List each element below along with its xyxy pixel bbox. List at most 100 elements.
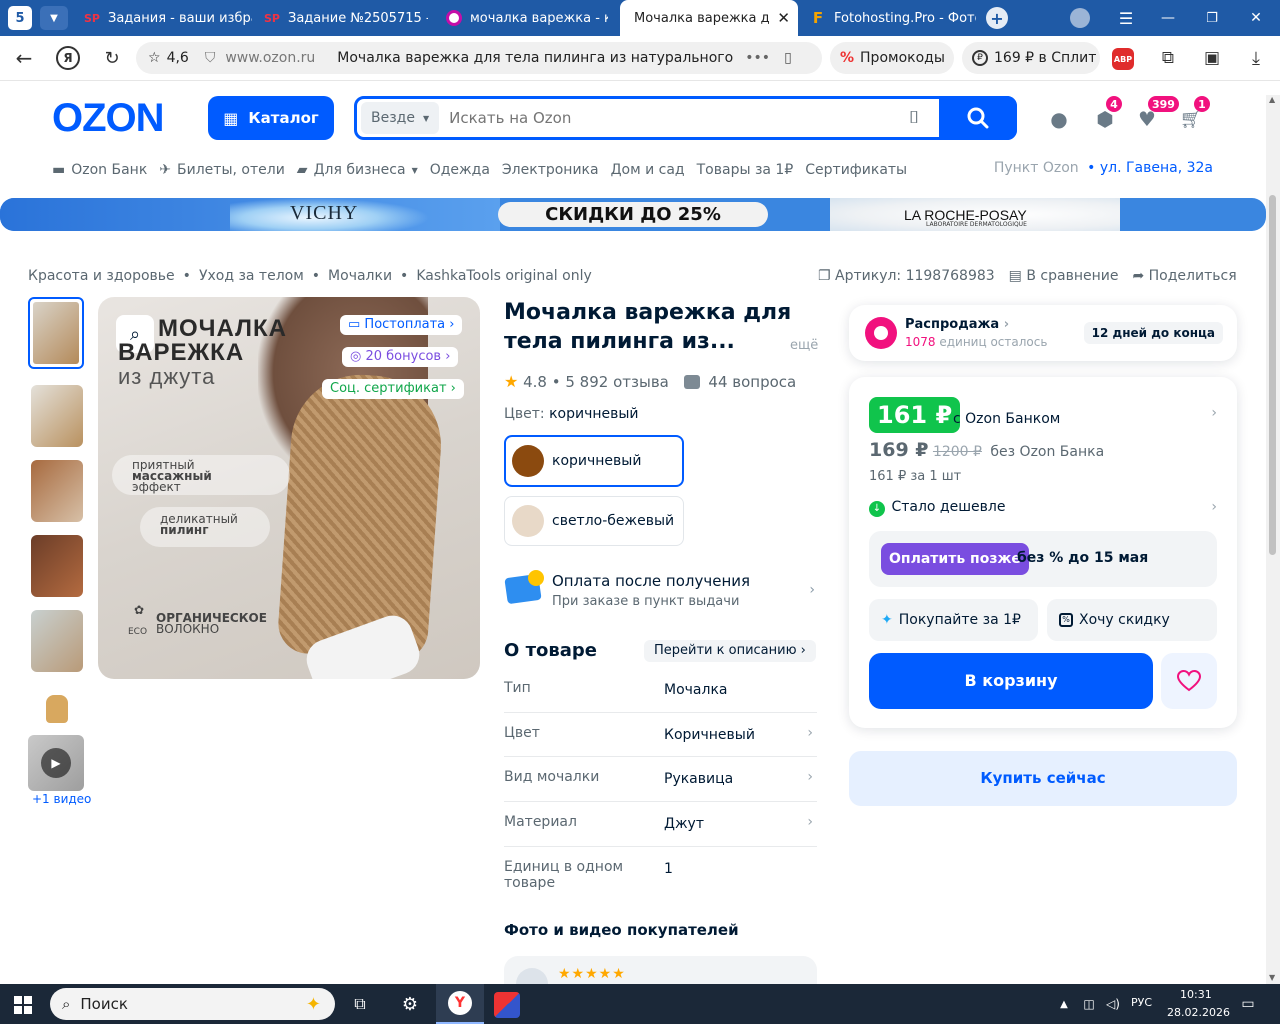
menu-icon[interactable]: ☰ xyxy=(1114,6,1138,30)
clock-time[interactable]: 10:31 xyxy=(1180,988,1212,1001)
restore-icon[interactable]: ❐ xyxy=(1200,6,1224,30)
menu-item-clothes[interactable]: Одежда xyxy=(430,162,490,178)
buy-now-button[interactable]: Купить сейчас xyxy=(849,751,1237,806)
thumbnail-5[interactable] xyxy=(31,610,83,672)
bank-price[interactable]: 161 ₽ xyxy=(869,397,961,433)
menu-item-1rub[interactable]: Товары за 1₽ xyxy=(697,162,794,178)
app-icon[interactable] xyxy=(494,992,520,1018)
tab-5[interactable]: F Fotohosting.Pro - Фото xyxy=(810,0,976,36)
profile-icon[interactable] xyxy=(1070,8,1090,28)
search-input[interactable] xyxy=(449,109,890,127)
thumbnail-3[interactable] xyxy=(31,460,83,522)
video-count-label[interactable]: +1 видео xyxy=(32,792,91,806)
chevron-right-icon[interactable]: › xyxy=(1211,405,1217,421)
split-button[interactable]: ₽169 ₽ в Сплит xyxy=(962,42,1100,74)
notifications-icon[interactable]: ▭ xyxy=(1238,994,1258,1014)
volume-icon[interactable]: ◁) xyxy=(1104,994,1122,1014)
tab-4-active[interactable]: Мочалка варежка д ✕ xyxy=(620,0,798,36)
camera-icon[interactable]: ⌷ xyxy=(909,108,919,128)
color-option-beige[interactable]: светло-бежевый xyxy=(504,496,684,546)
menu-item-electronics[interactable]: Электроника xyxy=(502,162,599,178)
search-button[interactable] xyxy=(939,96,1017,140)
thumbnail-2[interactable] xyxy=(31,385,83,447)
clock-date[interactable]: 28.02.2026 xyxy=(1167,1006,1230,1019)
menu-item-business[interactable]: Для бизнеса xyxy=(314,162,406,178)
payment-info[interactable]: Оплата после получения При заказе в пунк… xyxy=(504,570,817,616)
ugc-card[interactable]: ★★★★★ xyxy=(504,956,817,984)
questions-link[interactable]: 44 вопроса xyxy=(708,373,796,391)
compare-button[interactable]: ▤ В сравнение xyxy=(1009,268,1119,284)
network-icon[interactable]: ◫ xyxy=(1080,994,1098,1014)
breadcrumb-item[interactable]: Красота и здоровье xyxy=(28,268,175,284)
tray-chevron-icon[interactable]: ▲ xyxy=(1056,994,1072,1014)
ozon-logo[interactable]: OZON xyxy=(52,96,165,141)
tag-bonus[interactable]: ◎ 20 бонусов › xyxy=(342,347,459,367)
breadcrumb-item[interactable]: Мочалки xyxy=(328,268,392,284)
settings-icon[interactable]: ⚙ xyxy=(398,992,422,1016)
favorite-button[interactable] xyxy=(1161,653,1217,709)
reload-icon[interactable]: ↻ xyxy=(100,46,124,70)
search-scope-select[interactable]: Везде ▼ xyxy=(361,102,440,134)
breadcrumb-item[interactable]: Уход за телом xyxy=(199,268,304,284)
adblock-icon[interactable]: ABP xyxy=(1112,48,1134,70)
catalog-button[interactable]: ▦ Каталог xyxy=(208,96,334,140)
thumbnail-4[interactable] xyxy=(31,535,83,597)
video-thumbnail[interactable]: ▶ xyxy=(28,735,84,791)
yandex-icon[interactable]: Я xyxy=(56,46,80,70)
reviews-link[interactable]: 5 892 отзыва xyxy=(565,373,668,391)
go-to-description-button[interactable]: Перейти к описанию › xyxy=(644,640,816,662)
taskbar-search[interactable]: ⌕ Поиск ✦ xyxy=(50,988,335,1020)
breadcrumb-item[interactable]: KashkaTools original only xyxy=(416,268,591,284)
add-to-cart-button[interactable]: В корзину xyxy=(869,653,1153,709)
thumbnail-1[interactable] xyxy=(28,297,84,369)
rating-value[interactable]: 4.8 xyxy=(523,373,547,391)
eco-text: ВОЛОКНО xyxy=(156,622,220,636)
menu-item-home[interactable]: Дом и сад xyxy=(611,162,685,178)
tag-certificate[interactable]: Соц. сертификат › xyxy=(322,379,464,399)
share-button[interactable]: ➦ Поделиться xyxy=(1132,268,1236,284)
article-number[interactable]: ❐ Артикул: 1198768983 xyxy=(818,268,995,284)
title-more-link[interactable]: ещё xyxy=(790,338,818,353)
promo-banner[interactable]: VICHY СКИДКИ ДО 25% LA ROCHE-POSAY LABOR… xyxy=(0,198,1266,231)
new-tab-icon[interactable]: + xyxy=(986,7,1008,29)
tab-1[interactable]: SP Задания - ваши избранные xyxy=(84,0,252,36)
spec-row[interactable]: Цвет Коричневый › xyxy=(504,712,817,757)
more-icon[interactable]: ••• xyxy=(745,50,770,66)
close-icon[interactable]: ✕ xyxy=(777,9,790,27)
want-discount-button[interactable]: % Хочу скидку xyxy=(1047,599,1217,641)
collections-icon[interactable]: ▣ xyxy=(1200,46,1224,70)
pickup-point[interactable]: Пункт Ozon • ул. Гавена, 32а xyxy=(994,160,1213,176)
page-scrollbar[interactable]: ▲ ▼ xyxy=(1266,95,1280,984)
windows-start-icon[interactable] xyxy=(12,994,34,1016)
sale-card[interactable]: Распродажа › 1078 единиц осталось 12 дне… xyxy=(849,305,1237,361)
buy-for-1-button[interactable]: ✦ Покупайте за 1₽ xyxy=(869,599,1038,641)
extensions-icon[interactable]: ⧉ xyxy=(1156,46,1180,70)
menu-item-tickets[interactable]: Билеты, отели xyxy=(177,162,285,178)
pay-later-button[interactable]: Оплатить позже xyxy=(881,543,1029,575)
back-arrow-icon[interactable]: ← xyxy=(12,46,36,70)
tag-postpay[interactable]: ▭ Постоплата › xyxy=(340,315,463,335)
main-product-image[interactable]: ⌕ МОЧАЛКА ВАРЕЖКА из джута приятный масс… xyxy=(98,297,480,679)
task-view-icon[interactable]: ⧉ xyxy=(348,992,372,1016)
chevron-down-icon[interactable]: ▼ xyxy=(40,6,68,30)
spec-row[interactable]: Тип Мочалка xyxy=(504,672,817,712)
tab-2[interactable]: SP Задание №2505715 - пр xyxy=(264,0,428,36)
language-indicator[interactable]: РУС xyxy=(1131,996,1152,1009)
spec-row[interactable]: Вид мочалки Рукавица › xyxy=(504,757,817,802)
promo-button[interactable]: % Промокоды xyxy=(830,42,954,74)
minimize-icon[interactable]: — xyxy=(1156,6,1180,30)
user-icon[interactable]: ● xyxy=(1046,106,1072,132)
cheaper-row[interactable]: ↓ Стало дешевле › xyxy=(869,499,1217,517)
menu-item-certificates[interactable]: Сертификаты xyxy=(805,162,907,178)
yandex-browser-icon[interactable]: Y xyxy=(436,984,484,1024)
tab-3[interactable]: мочалка варежка - куп xyxy=(446,0,608,36)
url-field[interactable]: ☆ 4,6 ⛉ www.ozon.ru Мочалка варежка для … xyxy=(136,42,822,74)
download-icon[interactable]: ⤓ xyxy=(1244,46,1268,70)
close-window-icon[interactable]: ✕ xyxy=(1244,6,1268,30)
pay-later-block[interactable]: Оплатить позже без % до 15 мая xyxy=(869,531,1217,587)
color-option-brown[interactable]: коричневый xyxy=(504,435,684,487)
tab-counter[interactable]: 5 xyxy=(8,6,32,30)
bookmark-icon[interactable]: ▯ xyxy=(784,50,792,66)
menu-item-bank[interactable]: Ozon Банк xyxy=(71,162,147,178)
spec-row[interactable]: Материал Джут › xyxy=(504,802,817,847)
